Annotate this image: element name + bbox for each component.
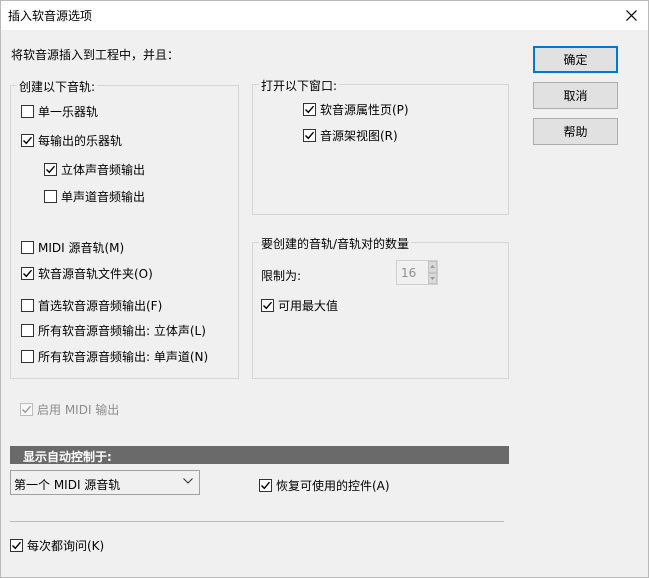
close-button[interactable] (613, 0, 649, 30)
ask-every-time-checkbox[interactable]: 每次都询问(K) (10, 537, 104, 554)
restore-controls-label: 恢复可使用的控件(A) (276, 479, 390, 493)
dialog-title: 插入软音源选项 (8, 9, 93, 23)
auto-control-header-label: 显示自动控制于: (23, 450, 112, 464)
create-tracks-legend: 创建以下音轨: (17, 78, 98, 95)
spin-down-button[interactable] (428, 272, 437, 284)
synth-track-folder-checkbox[interactable]: 软音源音轨文件夹(O) (21, 265, 153, 282)
all-synth-audio-mono-label: 所有软音源音频输出: 单声道(N) (38, 350, 209, 364)
checkbox-box[interactable] (44, 163, 57, 176)
stereo-audio-output-label: 立体声音频输出 (61, 163, 146, 177)
checkmark-icon (305, 105, 315, 114)
checkbox-box[interactable] (21, 267, 34, 280)
separator (10, 521, 504, 522)
checkmark-icon (23, 136, 33, 145)
first-synth-audio-output-label: 首选软音源音频输出(F) (38, 299, 163, 313)
checkbox-box[interactable] (303, 129, 316, 142)
restore-controls-checkbox[interactable]: 恢复可使用的控件(A) (259, 477, 390, 494)
enable-midi-output-checkbox[interactable]: 启用 MIDI 输出 (20, 401, 119, 418)
ok-button[interactable]: 确定 (533, 46, 618, 73)
auto-control-selected: 第一个 MIDI 源音轨 (14, 478, 121, 492)
checkmark-icon (22, 405, 32, 414)
checkbox-box[interactable] (21, 241, 34, 254)
stereo-audio-output-checkbox[interactable]: 立体声音频输出 (44, 161, 145, 178)
spin-up-button[interactable] (428, 261, 437, 273)
open-windows-legend: 打开以下窗口: (259, 77, 340, 94)
checkbox-box[interactable] (21, 105, 34, 118)
per-output-instrument-label: 每输出的乐器轨 (38, 134, 123, 148)
checkbox-box[interactable] (44, 190, 57, 203)
auto-control-select[interactable]: 第一个 MIDI 源音轨 (10, 470, 200, 495)
mono-audio-output-checkbox[interactable]: 单声道音频输出 (44, 188, 145, 205)
max-available-label: 可用最大值 (278, 299, 339, 313)
synth-track-folder-label: 软音源音轨文件夹(O) (38, 267, 153, 281)
intro-text: 将软音源插入到工程中，并且： (11, 48, 180, 62)
max-available-checkbox[interactable]: 可用最大值 (261, 297, 338, 314)
limit-spinner[interactable]: 16 (396, 260, 438, 285)
first-synth-audio-output-checkbox[interactable]: 首选软音源音频输出(F) (21, 297, 162, 314)
per-output-instrument-checkbox[interactable]: 每输出的乐器轨 (21, 132, 122, 149)
checkbox-box[interactable] (20, 403, 33, 416)
chevron-up-icon (430, 265, 435, 269)
checkbox-box[interactable] (21, 350, 34, 363)
checkmark-icon (305, 131, 315, 140)
checkbox-box[interactable] (21, 299, 34, 312)
all-synth-audio-mono-checkbox[interactable]: 所有软音源音频输出: 单声道(N) (21, 348, 208, 365)
checkmark-icon (23, 269, 33, 278)
auto-control-header: 显示自动控制于: (10, 446, 509, 464)
checkmark-icon (12, 541, 22, 550)
midi-source-track-label: MIDI 源音轨(M) (38, 241, 125, 255)
synth-property-page-checkbox[interactable]: 软音源属性页(P) (303, 101, 409, 118)
limit-value: 16 (401, 266, 417, 280)
chevron-down-icon (430, 276, 435, 280)
checkmark-icon (261, 481, 271, 490)
all-synth-audio-stereo-checkbox[interactable]: 所有软音源音频输出: 立体声(L) (21, 322, 206, 339)
all-synth-audio-stereo-label: 所有软音源音频输出: 立体声(L) (38, 324, 206, 338)
checkbox-box[interactable] (21, 134, 34, 147)
checkmark-icon (263, 301, 273, 310)
title-bar: 插入软音源选项 (0, 0, 649, 30)
checkbox-box[interactable] (21, 324, 34, 337)
checkbox-box[interactable] (259, 479, 272, 492)
enable-midi-output-label: 启用 MIDI 输出 (37, 403, 120, 417)
midi-source-track-checkbox[interactable]: MIDI 源音轨(M) (21, 239, 124, 256)
limit-label: 限制为: (261, 269, 302, 283)
track-count-legend: 要创建的音轨/音轨对的数量 (259, 235, 412, 252)
cancel-button[interactable]: 取消 (533, 82, 618, 109)
single-instrument-checkbox[interactable]: 单一乐器轨 (21, 103, 98, 120)
synth-rack-view-label: 音源架视图(R) (320, 129, 398, 143)
mono-audio-output-label: 单声道音频输出 (61, 190, 146, 204)
help-button[interactable]: 帮助 (533, 118, 618, 145)
checkmark-icon (46, 165, 56, 174)
synth-rack-view-checkbox[interactable]: 音源架视图(R) (303, 127, 398, 144)
ask-every-time-label: 每次都询问(K) (27, 539, 105, 553)
close-icon (625, 9, 637, 21)
synth-property-page-label: 软音源属性页(P) (320, 103, 409, 117)
chevron-down-icon (183, 478, 193, 484)
checkbox-box[interactable] (303, 103, 316, 116)
checkbox-box[interactable] (10, 539, 23, 552)
single-instrument-label: 单一乐器轨 (38, 105, 99, 119)
checkbox-box[interactable] (261, 299, 274, 312)
